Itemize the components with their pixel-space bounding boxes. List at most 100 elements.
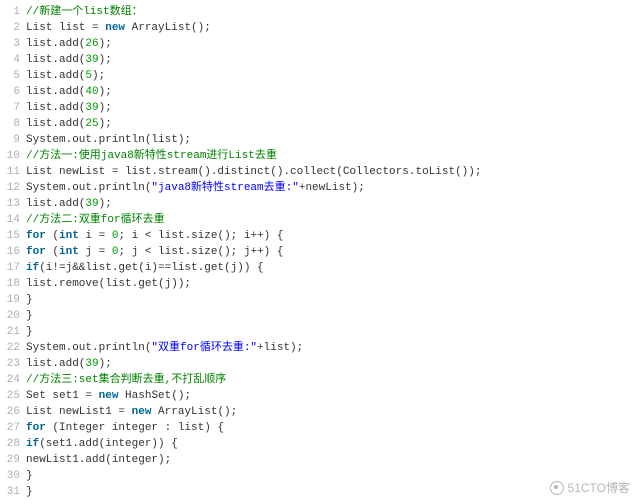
code-line: 8list.add(25); [0, 116, 640, 132]
token-plain: List newList1 = [26, 406, 132, 418]
line-content: list.remove(list.get(j)); [26, 276, 640, 292]
token-comment: //方法二:双重for循环去重 [26, 214, 165, 226]
line-number: 19 [0, 292, 26, 308]
line-content: list.add(40); [26, 84, 640, 100]
token-comment: //新建一个list数组： [26, 6, 143, 18]
line-number: 13 [0, 196, 26, 212]
token-plain: ); [99, 358, 112, 370]
line-number: 18 [0, 276, 26, 292]
code-line: 21} [0, 324, 640, 340]
code-line: 12System.out.println("java8新特性stream去重:"… [0, 180, 640, 196]
token-plain: ); [99, 118, 112, 130]
line-number: 20 [0, 308, 26, 324]
token-number: 40 [85, 86, 98, 98]
token-keyword: int [59, 246, 79, 258]
line-content: list.add(5); [26, 68, 640, 84]
token-plain: System.out.println(list); [26, 134, 191, 146]
token-plain: (Integer integer : list) { [46, 422, 224, 434]
line-number: 5 [0, 68, 26, 84]
line-number: 28 [0, 436, 26, 452]
line-number: 2 [0, 20, 26, 36]
line-content: System.out.println("双重for循环去重:"+list); [26, 340, 640, 356]
line-number: 17 [0, 260, 26, 276]
token-plain: } [26, 470, 33, 482]
token-number: 25 [85, 118, 98, 130]
code-line: 26List newList1 = new ArrayList(); [0, 404, 640, 420]
token-plain: ); [99, 198, 112, 210]
line-content: Set set1 = new HashSet(); [26, 388, 640, 404]
token-plain: } [26, 486, 33, 498]
token-plain: List newList = list.stream().distinct().… [26, 166, 481, 178]
line-number: 6 [0, 84, 26, 100]
line-number: 31 [0, 484, 26, 500]
code-line: 28if(set1.add(integer)) { [0, 436, 640, 452]
token-number: 39 [85, 54, 98, 66]
token-plain: ArrayList(); [151, 406, 237, 418]
line-content: newList1.add(integer); [26, 452, 640, 468]
line-number: 9 [0, 132, 26, 148]
token-plain: (set1.add(integer)) { [39, 438, 178, 450]
token-plain: list.add( [26, 86, 85, 98]
line-content: List newList = list.stream().distinct().… [26, 164, 640, 180]
line-content: System.out.println(list); [26, 132, 640, 148]
token-plain: System.out.println( [26, 342, 151, 354]
line-number: 21 [0, 324, 26, 340]
line-number: 26 [0, 404, 26, 420]
line-content: if(set1.add(integer)) { [26, 436, 640, 452]
token-keyword: new [99, 390, 119, 402]
token-comment: //方法一:使用java8新特性stream进行List去重 [26, 150, 277, 162]
code-line: 27for (Integer integer : list) { [0, 420, 640, 436]
watermark-icon [550, 481, 564, 495]
code-line: 18list.remove(list.get(j)); [0, 276, 640, 292]
token-plain: list.add( [26, 358, 85, 370]
token-number: 39 [85, 358, 98, 370]
line-content: } [26, 324, 640, 340]
code-line: 24//方法三:set集合判断去重,不打乱顺序 [0, 372, 640, 388]
code-line: 3list.add(26); [0, 36, 640, 52]
token-string: "双重for循环去重:" [151, 342, 257, 354]
code-line: 23list.add(39); [0, 356, 640, 372]
token-string: "java8新特性stream去重:" [151, 182, 298, 194]
line-number: 12 [0, 180, 26, 196]
line-number: 3 [0, 36, 26, 52]
line-content: list.add(39); [26, 52, 640, 68]
token-keyword: for [26, 422, 46, 434]
line-number: 23 [0, 356, 26, 372]
code-line: 31} [0, 484, 640, 500]
code-line: 6list.add(40); [0, 84, 640, 100]
token-plain: ArrayList(); [125, 22, 211, 34]
line-content: } [26, 292, 640, 308]
code-line: 7list.add(39); [0, 100, 640, 116]
code-line: 22System.out.println("双重for循环去重:"+list); [0, 340, 640, 356]
line-number: 25 [0, 388, 26, 404]
line-content: for (int i = 0; i < list.size(); i++) { [26, 228, 640, 244]
token-plain: (i!=j&&list.get(i)==list.get(j)) { [39, 262, 263, 274]
code-line: 16for (int j = 0; j < list.size(); j++) … [0, 244, 640, 260]
line-number: 27 [0, 420, 26, 436]
code-line: 14//方法二:双重for循环去重 [0, 212, 640, 228]
line-content: //方法三:set集合判断去重,不打乱顺序 [26, 372, 640, 388]
token-plain: System.out.println( [26, 182, 151, 194]
code-line: 11List newList = list.stream().distinct(… [0, 164, 640, 180]
line-content: } [26, 468, 640, 484]
line-content: for (Integer integer : list) { [26, 420, 640, 436]
code-line: 13list.add(39); [0, 196, 640, 212]
code-line: 2List list = new ArrayList(); [0, 20, 640, 36]
token-plain: ( [46, 246, 59, 258]
line-number: 7 [0, 100, 26, 116]
token-plain: list.add( [26, 198, 85, 210]
token-plain: ); [99, 54, 112, 66]
line-number: 16 [0, 244, 26, 260]
token-plain: j = [79, 246, 112, 258]
token-keyword: new [132, 406, 152, 418]
line-content: } [26, 308, 640, 324]
token-keyword: int [59, 230, 79, 242]
line-number: 29 [0, 452, 26, 468]
line-number: 22 [0, 340, 26, 356]
code-line: 1//新建一个list数组： [0, 4, 640, 20]
code-line: 29newList1.add(integer); [0, 452, 640, 468]
watermark: 51CTO博客 [550, 480, 630, 496]
line-content: List list = new ArrayList(); [26, 20, 640, 36]
token-keyword: new [105, 22, 125, 34]
token-keyword: if [26, 438, 39, 450]
